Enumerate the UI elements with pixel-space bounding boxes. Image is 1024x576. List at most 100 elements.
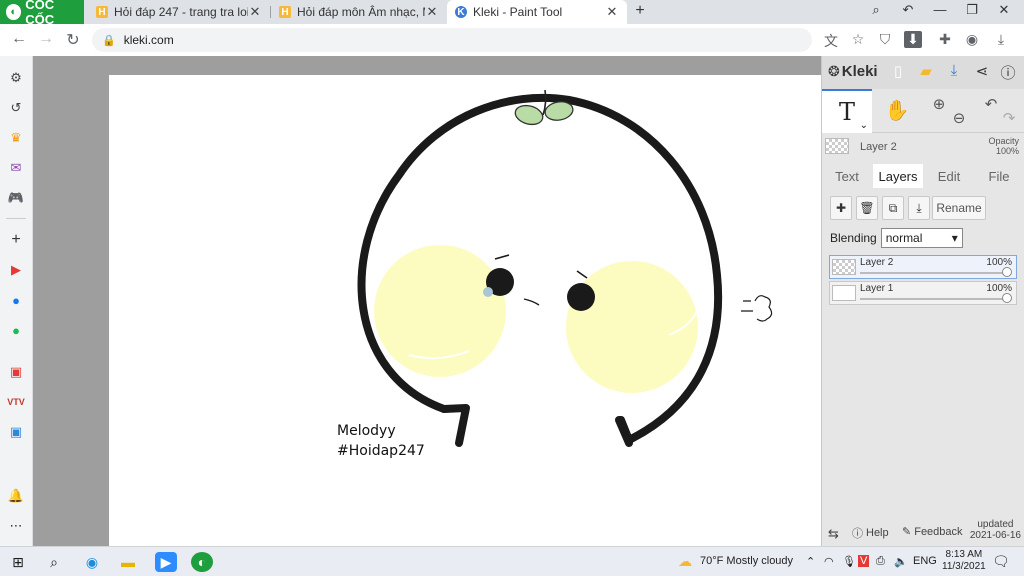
delete-layer-button[interactable]: 🗑 [856,196,878,220]
add-layer-button[interactable]: ✚ [830,196,852,220]
merge-layer-button[interactable]: ⤓ [908,196,930,220]
chevron-down-icon[interactable]: ⌄ [860,120,868,131]
printer-icon[interactable]: ⎙ [876,555,885,568]
help-button[interactable]: ⓘ Help [852,525,889,541]
kleki-canvas-area[interactable]: Melodyy #Hoidap247 [33,56,821,546]
layer-opacity-track[interactable] [860,298,1004,300]
shield-icon[interactable]: ⛉ [876,31,894,48]
tab-layers[interactable]: Layers [873,164,923,188]
coccoc-brand-button[interactable]: ◐ CỐC CỐC [0,0,84,27]
layer-opacity-track[interactable] [860,272,1004,274]
game-controller-icon[interactable]: 🎮 [6,188,26,208]
reload-icon[interactable]: ↻ [63,30,83,50]
forward-arrow-icon[interactable]: → [36,30,56,48]
drawing-canvas[interactable]: Melodyy #Hoidap247 [109,75,821,546]
tab-edit[interactable]: Edit [924,164,974,188]
open-folder-icon[interactable]: ▰ [916,62,936,80]
edge-icon[interactable]: ◉ [81,552,103,572]
layer-opacity-knob[interactable] [1002,293,1012,303]
help-circle-icon[interactable]: ⓘ [998,62,1018,83]
tab-close-icon[interactable]: ✕ [248,4,262,20]
translate-icon[interactable]: 文 [822,31,840,51]
tab-title: Hỏi đáp môn Âm nhạc, Mỹ thuật [297,5,425,19]
tray-chevron-icon[interactable]: ⌃ [806,555,815,568]
coccoc-taskbar-icon[interactable]: ◐ [191,552,213,572]
tab-close-icon[interactable]: ✕ [605,4,619,20]
downloads-icon[interactable]: ⤓ [992,31,1010,48]
address-bar[interactable]: 🔒 kleki.com [92,28,812,52]
clock[interactable]: 8:13 AM 11/3/2021 [942,549,986,573]
layer-thumb [832,259,856,275]
text-tool-button[interactable]: T ⌄ [822,89,872,133]
spotify-icon[interactable]: ● [6,320,26,340]
zoom-app-icon[interactable]: ▶ [155,552,177,572]
blending-row: Blending normal ▾ [830,228,963,248]
back-arrow-icon[interactable]: ← [9,30,29,48]
rename-layer-button[interactable]: Rename [932,196,986,220]
tab-file[interactable]: File [974,164,1024,188]
close-window-icon[interactable]: ✕ [994,2,1014,18]
download-box-icon[interactable]: ⬇ [904,31,922,48]
shopee-icon[interactable]: ▣ [6,362,26,382]
zoom-out-icon[interactable]: ⊖ [946,109,972,127]
add-shortcut-plus-icon[interactable]: + [6,230,26,250]
tab-text[interactable]: Text [822,164,872,188]
feedback-pen-icon: ✎ [902,526,912,538]
facebook-icon[interactable]: ● [6,290,26,310]
speaker-icon[interactable]: 🔈 [894,555,908,568]
share-icon[interactable]: ⋖ [972,62,992,80]
weather-text[interactable]: 70°F Mostly cloudy [700,555,793,567]
save-download-icon[interactable]: ⤓ [944,62,964,79]
extensions-puzzle-icon[interactable]: ✚ [936,31,954,48]
signature-hashtag: #Hoidap247 [337,443,425,459]
new-tab-plus-icon[interactable]: + [632,2,648,20]
help-circle-icon: ⓘ [852,528,863,540]
tab-hoidap-2[interactable]: H Hỏi đáp môn Âm nhạc, Mỹ thuật ✕ [271,0,447,24]
layer-opacity-knob[interactable] [1002,267,1012,277]
restore-icon[interactable]: ❐ [962,2,982,18]
more-dots-icon[interactable]: ⋯ [6,516,26,536]
tab-search-icon[interactable]: ⌕ [866,2,886,18]
puff-lines [741,300,753,312]
minimize-icon[interactable]: — [930,2,950,17]
tiki-icon[interactable]: ▣ [6,422,26,442]
vtv-icon[interactable]: VTV [6,392,26,412]
messenger-icon[interactable]: ✉ [6,158,26,178]
microphone-icon[interactable]: 🎙 [842,555,856,568]
notification-center-icon[interactable]: 🗨 [992,553,1010,570]
kleki-side-panel: ❂ Kleki ▯ ▰ ⤓ ⋖ ⓘ T ⌄ ✋ ⊕ ⊖ ↶ ↷ Layer 2 … [821,56,1024,546]
youtube-icon[interactable]: ▶ [6,260,26,280]
file-explorer-icon[interactable]: ▬ [117,552,139,572]
kleki-logo-label: Kleki [841,63,878,80]
layer-item-1[interactable]: Layer 1 100% [829,281,1017,305]
bookmark-star-icon[interactable]: ☆ [849,31,867,48]
blending-select[interactable]: normal ▾ [880,228,963,248]
redo-icon[interactable]: ↷ [996,109,1022,127]
notification-bell-icon[interactable]: 🔔 [6,486,26,506]
tab-hoidap-1[interactable]: H Hỏi đáp 247 - trang tra loi ✕ [88,0,270,24]
layer-item-2[interactable]: Layer 2 100% [829,255,1017,279]
brand-label: CỐC CỐC [25,0,55,27]
address-url: kleki.com [123,33,174,47]
wifi-icon[interactable]: ◠ [824,555,834,568]
profile-avatar-icon[interactable]: ◉ [963,31,981,48]
feedback-button[interactable]: ✎ Feedback [902,525,963,539]
right-cheek [566,261,698,393]
new-image-icon[interactable]: ▯ [888,62,908,80]
history-icon[interactable]: ↺ [6,98,26,118]
undo-arrow-icon[interactable]: ↶ [898,2,918,18]
duplicate-layer-button[interactable]: ⧉ [882,196,904,220]
settings-gear-icon[interactable]: ⚙ [6,68,26,88]
tab-close-icon[interactable]: ✕ [425,4,439,20]
crown-icon[interactable]: ♛ [6,128,26,148]
vivaldi-tray-icon[interactable]: V [858,555,870,567]
swap-arrows-icon[interactable]: ⇆ [828,526,839,542]
windows-start-icon[interactable]: ⊞ [7,552,29,572]
tab-kleki[interactable]: K Kleki - Paint Tool ✕ [447,0,627,24]
hand-tool-icon[interactable]: ✋ [884,98,910,123]
search-icon[interactable]: ⌕ [43,552,65,572]
text-tool-glyph: T [838,98,855,126]
language-indicator[interactable]: ENG [913,555,937,567]
mouth [523,298,540,306]
current-layer-name: Layer 2 [860,141,897,153]
